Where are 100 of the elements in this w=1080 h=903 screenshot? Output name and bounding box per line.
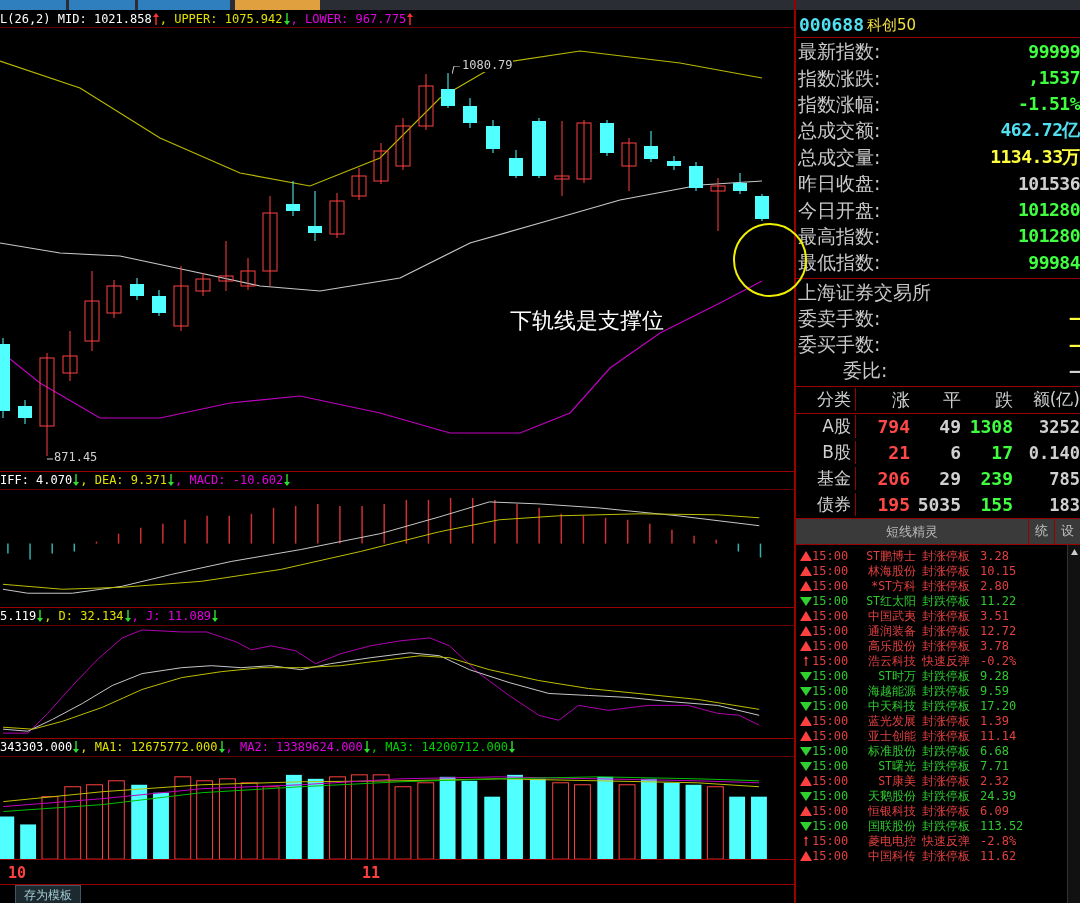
volume-bar [20, 824, 37, 859]
volume-bar [484, 796, 501, 859]
alert-time: 15:00 [812, 774, 850, 789]
scrollbar[interactable] [1067, 544, 1080, 903]
rising-candle [195, 272, 211, 297]
stock-name: 恒银科技 [867, 803, 916, 819]
indicator-value: , MA1: 12675772.000 [80, 740, 218, 755]
alert-event: 封涨停板 [922, 803, 971, 819]
alert-time: 15:00 [812, 594, 850, 609]
alert-time: 15:00 [812, 669, 850, 684]
macd-histogram-bar [759, 542, 762, 559]
falling-candle [18, 399, 32, 425]
rising-candle [329, 192, 345, 239]
scroll-up-icon[interactable] [1069, 547, 1079, 557]
tab[interactable] [69, 0, 135, 10]
alert-time: 15:00 [812, 729, 850, 744]
falling-candle [463, 97, 477, 129]
table-cell-text: 785 [1048, 468, 1080, 489]
volume-bar [41, 796, 59, 859]
alert-time: 15:00 [812, 789, 850, 804]
alert-value: 10.15 [980, 564, 1017, 579]
quote-label: 指数涨跌: [798, 65, 881, 91]
falling-candle [733, 172, 747, 195]
falling-candle [486, 119, 500, 154]
rising-candle [418, 73, 434, 131]
stock-name: 高乐股份 [867, 638, 916, 654]
chart-annotation: 下轨线是支撑位 [510, 307, 664, 335]
stock-name: ST红太阳 [865, 593, 916, 609]
quote-label: 委比: [843, 358, 888, 384]
falling-candle [509, 149, 523, 179]
quote-value: ,1537 [1028, 67, 1080, 89]
tab[interactable] [0, 0, 66, 10]
index-code: 000688 [799, 14, 865, 35]
stock-name: 海越能源 [867, 683, 916, 699]
alert-event: 封跌停板 [922, 668, 971, 684]
quote-label: 昨日收盘: [798, 171, 881, 197]
table-cell-text: 195 [876, 494, 910, 516]
macd-histogram-bar [405, 499, 408, 545]
alert-event: 封跌停板 [922, 698, 971, 714]
quote-value: 101280 [1017, 199, 1080, 221]
table-cell-text: 239 [979, 468, 1013, 490]
stock-name: *ST方科 [870, 578, 916, 594]
table-cell-text: 0.140 [1027, 442, 1080, 463]
volume-bar [729, 796, 746, 859]
alert-event: 封涨停板 [922, 638, 971, 654]
alert-event: 封跌停板 [922, 818, 971, 834]
column-header: 分类 [796, 388, 856, 412]
table-cell: 基金 [796, 467, 856, 491]
rising-candle [373, 142, 389, 185]
leader-line [452, 66, 460, 74]
falling-candle [441, 72, 455, 109]
macd-histogram-bar [737, 542, 740, 553]
quote-label: 委卖手数: [798, 305, 881, 331]
alert-event: 快速反弹 [922, 833, 971, 849]
alert-value: 3.51 [980, 609, 1009, 624]
panel-title: 短线精灵 [885, 522, 939, 541]
table-cell: B股 [796, 441, 856, 465]
alert-time: 15:00 [812, 834, 850, 849]
column-header: 平 [942, 387, 961, 412]
quote-label: 委买手数: [798, 332, 881, 358]
rising-candle [710, 177, 726, 232]
quote-value: -1.51% [1017, 93, 1080, 115]
stock-name: 天鹅股份 [867, 788, 916, 804]
falling-candle [130, 277, 144, 301]
indicator-value: , D: 32.134 [44, 609, 124, 624]
quote-label: 指数涨幅: [798, 91, 881, 117]
macd-histogram-bar [73, 542, 76, 553]
table-cell-text: 5035 [916, 494, 961, 516]
indicator-value: , MA2: 13389624.000 [225, 740, 363, 755]
alert-value: 3.28 [980, 549, 1009, 564]
tab[interactable] [235, 0, 320, 10]
stock-name: 林海股份 [867, 563, 916, 579]
falling-candle [286, 180, 300, 217]
alert-event: 封涨停板 [922, 848, 971, 864]
save-template-button[interactable]: 存为模板 [15, 885, 81, 903]
indicator-value: , MACD: -10.602 [174, 473, 284, 488]
alert-time: 15:00 [812, 699, 850, 714]
alert-time: 15:00 [812, 624, 850, 639]
alert-value: 17.20 [980, 699, 1017, 714]
tab[interactable] [138, 0, 230, 10]
stock-name: 亚士创能 [867, 728, 916, 744]
rising-candle [621, 137, 637, 192]
alert-value: 11.62 [980, 849, 1017, 864]
alert-event: 封涨停板 [922, 728, 971, 744]
alert-time: 15:00 [812, 579, 850, 594]
column-header: 额(亿) [1031, 388, 1080, 412]
alert-value: 6.68 [980, 744, 1009, 759]
alert-value: 113.52 [980, 819, 1024, 834]
alert-value: 12.72 [980, 624, 1017, 639]
alert-value: 6.09 [980, 804, 1009, 819]
macd-histogram-bar [427, 499, 430, 545]
macd-histogram-bar [294, 505, 297, 545]
falling-candle [600, 119, 614, 157]
alert-event: 封涨停板 [922, 773, 971, 789]
macd-histogram-bar [449, 497, 452, 545]
rising-candle [106, 279, 122, 319]
stock-name: 中国武夷 [867, 608, 916, 624]
alert-time: 15:00 [812, 744, 850, 759]
alert-event: 封跌停板 [922, 683, 971, 699]
stock-name: 通润装备 [867, 623, 916, 639]
